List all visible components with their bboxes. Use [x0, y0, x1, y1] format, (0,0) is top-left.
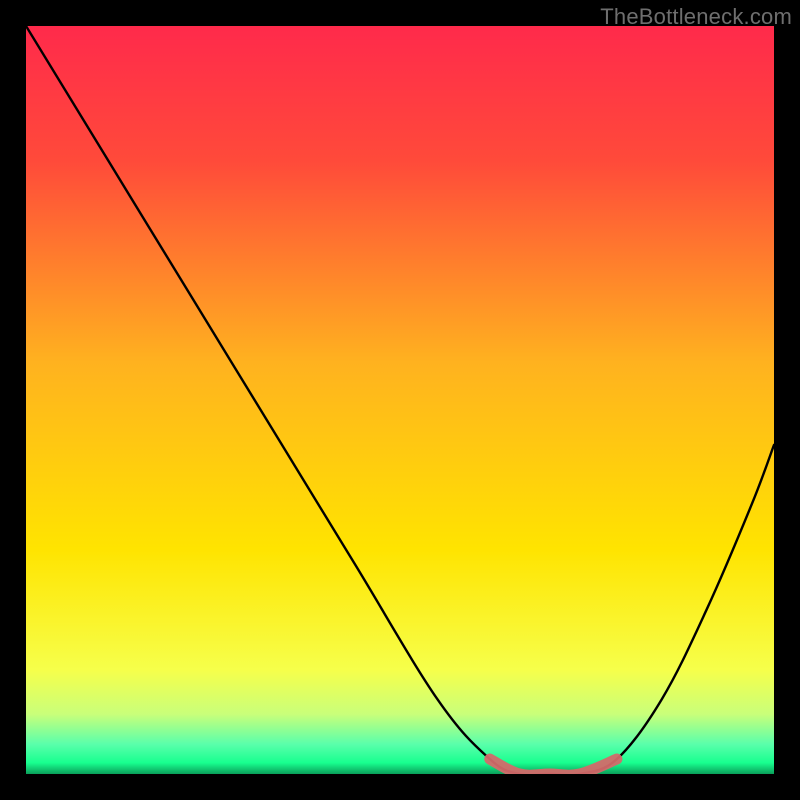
plot-frame: [26, 26, 774, 774]
gradient-background: [26, 26, 774, 774]
watermark-text: TheBottleneck.com: [600, 4, 792, 30]
bottleneck-chart: [26, 26, 774, 774]
